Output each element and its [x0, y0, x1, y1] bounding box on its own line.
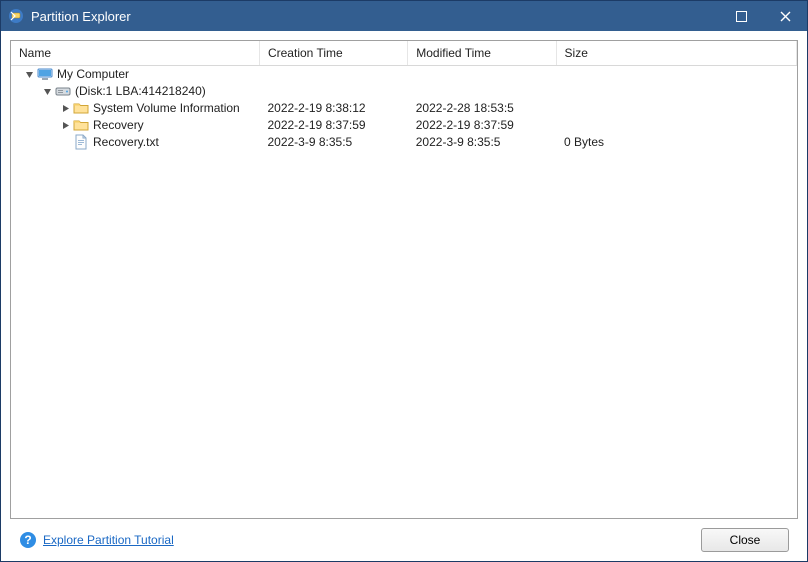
content-area: Name Creation Time Modified Time Size: [1, 31, 807, 561]
column-header-size[interactable]: Size: [556, 41, 796, 65]
expander-expand-icon[interactable]: [59, 119, 71, 131]
folder-icon: [73, 100, 89, 116]
cell-modified: 2022-2-19 8:37:59: [408, 117, 556, 134]
file-icon: [73, 134, 89, 150]
node-label: Recovery.txt: [93, 135, 159, 149]
expander-collapse-icon[interactable]: [23, 68, 35, 80]
column-header-creation[interactable]: Creation Time: [259, 41, 407, 65]
node-label: (Disk:1 LBA:414218240): [75, 84, 206, 98]
close-icon: [780, 11, 791, 22]
close-button-label: Close: [730, 533, 761, 547]
cell-size: [556, 100, 796, 117]
close-button[interactable]: Close: [701, 528, 789, 552]
tutorial-link[interactable]: Explore Partition Tutorial: [43, 533, 174, 547]
tree-row-item[interactable]: Recovery 2022-2-19 8:37:59 2022-2-19 8:3…: [11, 117, 797, 134]
cell-creation: 2022-3-9 8:35:5: [259, 134, 407, 151]
maximize-icon: [736, 11, 747, 22]
tree-row-item[interactable]: System Volume Information 2022-2-19 8:38…: [11, 100, 797, 117]
disk-icon: [55, 83, 71, 99]
tree-row-item[interactable]: Recovery.txt 2022-3-9 8:35:5 2022-3-9 8:…: [11, 134, 797, 151]
expander-collapse-icon[interactable]: [41, 85, 53, 97]
svg-text:?: ?: [24, 533, 31, 547]
cell-modified: 2022-3-9 8:35:5: [408, 134, 556, 151]
column-header-modified[interactable]: Modified Time: [408, 41, 556, 65]
column-header-name[interactable]: Name: [11, 41, 259, 65]
node-label: System Volume Information: [93, 101, 240, 115]
column-header-row: Name Creation Time Modified Time Size: [11, 41, 797, 65]
window: Partition Explorer: [0, 0, 808, 562]
cell-modified: 2022-2-28 18:53:5: [408, 100, 556, 117]
window-title: Partition Explorer: [31, 9, 131, 24]
maximize-button[interactable]: [719, 1, 763, 31]
tree-table: Name Creation Time Modified Time Size: [11, 41, 797, 151]
tree-pane[interactable]: Name Creation Time Modified Time Size: [10, 40, 798, 519]
help-icon: ?: [19, 531, 37, 549]
computer-icon: [37, 66, 53, 82]
cell-creation: 2022-2-19 8:37:59: [259, 117, 407, 134]
footer: ? Explore Partition Tutorial Close: [10, 519, 798, 561]
folder-icon: [73, 117, 89, 133]
cell-size: [556, 117, 796, 134]
cell-size: 0 Bytes: [556, 134, 796, 151]
node-label: Recovery: [93, 118, 144, 132]
tree-row-root[interactable]: My Computer: [11, 65, 797, 83]
node-label: My Computer: [57, 67, 129, 81]
close-window-button[interactable]: [763, 1, 807, 31]
app-icon: [7, 7, 25, 25]
cell-creation: 2022-2-19 8:38:12: [259, 100, 407, 117]
expander-expand-icon[interactable]: [59, 102, 71, 114]
tree-row-disk[interactable]: (Disk:1 LBA:414218240): [11, 83, 797, 100]
titlebar: Partition Explorer: [1, 1, 807, 31]
